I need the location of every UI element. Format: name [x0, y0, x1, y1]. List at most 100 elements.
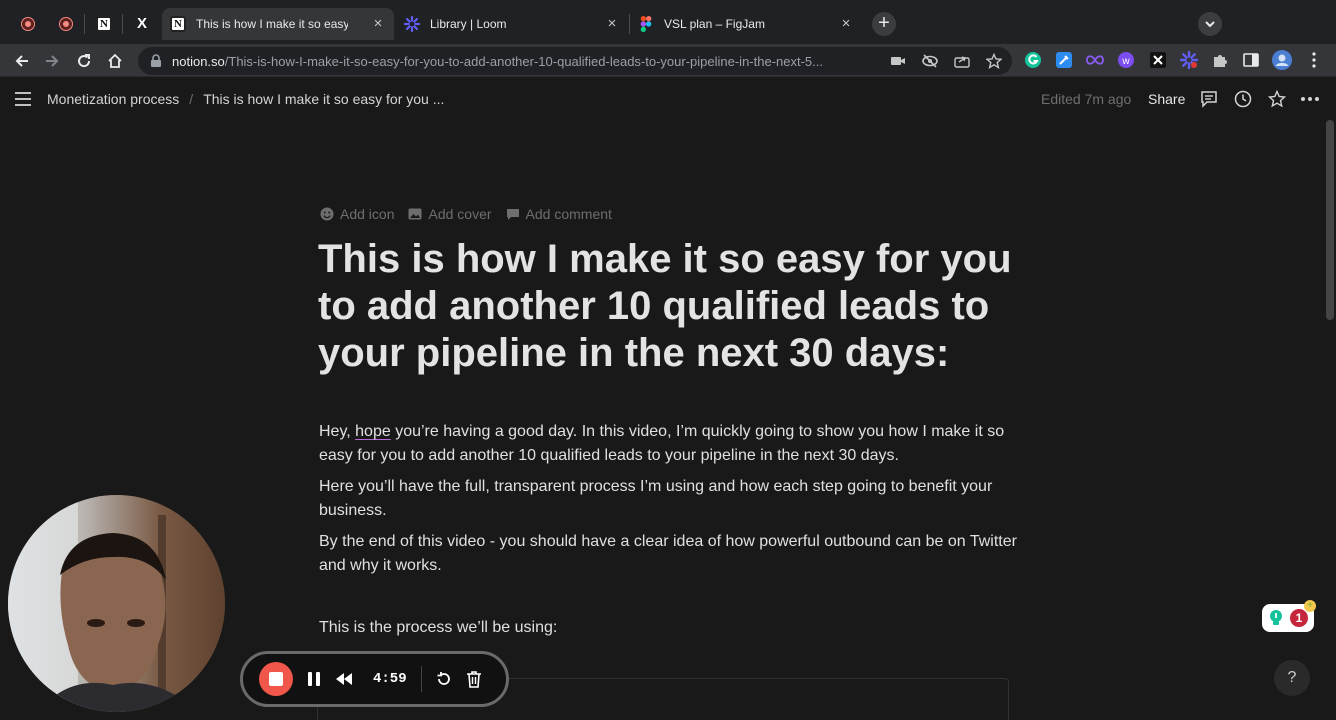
pause-icon[interactable]	[307, 671, 321, 687]
share-icon[interactable]	[954, 54, 970, 68]
pinned-tab-recording[interactable]	[48, 8, 84, 40]
add-icon-button[interactable]: Add icon	[320, 206, 394, 222]
recording-icon	[348, 16, 364, 32]
add-cover-button[interactable]: Add cover	[408, 206, 492, 222]
forward-button[interactable]	[38, 47, 66, 75]
browser-menu-icon[interactable]	[1304, 50, 1324, 70]
image-icon	[408, 208, 422, 220]
loom-recording-controls: 4:59	[240, 651, 509, 707]
camera-blocked-icon[interactable]	[890, 54, 906, 68]
restart-icon[interactable]	[436, 671, 452, 687]
more-options-icon[interactable]	[1300, 89, 1320, 109]
breadcrumb: Monetization process / This is how I mak…	[47, 91, 444, 107]
lock-icon	[151, 54, 161, 67]
lightbulb-icon	[1270, 610, 1282, 625]
favorite-star-icon[interactable]	[1267, 89, 1287, 109]
add-icon-label: Add icon	[340, 206, 395, 222]
tab-divider	[122, 14, 123, 34]
smiley-icon	[320, 207, 334, 221]
pinned-tab-notion[interactable]: N	[86, 8, 122, 40]
stop-icon	[269, 672, 283, 686]
webcam-bubble[interactable]	[8, 495, 225, 712]
address-bar[interactable]: notion.so /This-is-how-I-make-it-so-easy…	[138, 47, 1012, 75]
recording-timer: 4:59	[373, 671, 407, 687]
x-icon: X	[136, 15, 147, 32]
loom-icon	[404, 16, 420, 32]
new-tab-button[interactable]: +	[872, 12, 896, 36]
web-extension-icon[interactable]: w	[1116, 50, 1136, 70]
controls-divider	[420, 666, 422, 692]
recording-icon	[22, 18, 34, 30]
tab-title: This is how I make it so easy	[196, 17, 348, 31]
process-intro-paragraph[interactable]: This is the process we’ll be using:	[319, 616, 1019, 640]
browser-tab-strip: N X N This is how I make it so easy × Li…	[0, 0, 1336, 44]
tab-notion-page[interactable]: N This is how I make it so easy ×	[162, 8, 394, 40]
grammarly-extension-icon[interactable]	[1023, 50, 1043, 70]
home-button[interactable]	[101, 47, 129, 75]
side-panel-icon[interactable]	[1241, 50, 1261, 70]
grammarly-widget[interactable]: 1 +	[1262, 600, 1316, 632]
eye-off-icon[interactable]	[922, 54, 938, 68]
tab-title: Library | Loom	[430, 17, 507, 31]
close-tab-icon[interactable]: ×	[604, 16, 620, 32]
intro-text-rest: you’re having a good day. In this video,…	[319, 423, 1005, 464]
spellcheck-underlined-word[interactable]: hope	[355, 423, 391, 440]
intro-text-start: Hey,	[319, 423, 356, 440]
pinned-tab-x[interactable]: X	[124, 8, 160, 40]
infinity-extension-icon[interactable]	[1085, 50, 1105, 70]
page-scrollbar[interactable]	[1326, 120, 1334, 320]
breadcrumb-separator: /	[189, 91, 194, 107]
arrow-right-icon	[46, 55, 59, 67]
chevron-down-icon	[1205, 21, 1215, 28]
menu-icon[interactable]	[14, 90, 32, 108]
outcome-paragraph[interactable]: By the end of this video - you should ha…	[319, 530, 1019, 578]
breadcrumb-item-monetization[interactable]: Monetization process	[47, 91, 179, 107]
share-button[interactable]: Share	[1148, 91, 1185, 107]
arrow-left-icon	[15, 55, 28, 67]
page-title[interactable]: This is how I make it so easy for you to…	[318, 236, 1018, 377]
add-cover-label: Add cover	[428, 206, 492, 222]
notion-icon: N	[96, 16, 112, 32]
reload-icon	[78, 54, 91, 68]
recording-icon	[60, 18, 72, 30]
tab-figjam[interactable]: VSL plan – FigJam ×	[630, 8, 862, 40]
svg-text:w: w	[1121, 56, 1130, 67]
process-paragraph[interactable]: Here you’ll have the full, transparent p…	[319, 475, 1019, 523]
pinned-tab-recording[interactable]	[10, 8, 46, 40]
rewind-icon[interactable]	[335, 672, 353, 686]
intro-paragraph[interactable]: Hey, hope you’re having a good day. In t…	[319, 420, 1019, 468]
close-tab-icon[interactable]: ×	[838, 16, 854, 32]
bookmark-star-icon[interactable]	[986, 53, 1002, 69]
notion-icon: N	[170, 16, 186, 32]
comment-icon	[506, 208, 519, 220]
tab-title: VSL plan – FigJam	[664, 17, 765, 31]
plus-badge-icon: +	[1304, 600, 1316, 612]
add-comment-button[interactable]: Add comment	[506, 206, 612, 222]
close-tab-icon[interactable]: ×	[370, 16, 386, 32]
back-button[interactable]	[8, 47, 36, 75]
trash-icon[interactable]	[466, 670, 482, 688]
profile-avatar-icon[interactable]	[1272, 50, 1292, 70]
grammarly-suggestion-count: 1	[1290, 609, 1308, 627]
tab-search-button[interactable]	[1198, 12, 1222, 36]
home-icon	[108, 53, 122, 68]
loom-extension-icon[interactable]	[1179, 50, 1199, 70]
comments-icon[interactable]	[1199, 89, 1219, 109]
history-clock-icon[interactable]	[1233, 89, 1253, 109]
stop-recording-button[interactable]	[259, 662, 293, 696]
x-extension-icon[interactable]	[1148, 50, 1168, 70]
edit-extension-icon[interactable]	[1054, 50, 1074, 70]
puzzle-icon[interactable]	[1210, 50, 1230, 70]
url-domain: notion.so	[172, 53, 225, 69]
reload-button[interactable]	[70, 47, 98, 75]
page-actions: Add icon Add cover Add comment	[320, 206, 612, 222]
browser-toolbar: notion.so /This-is-how-I-make-it-so-easy…	[0, 44, 1336, 77]
help-button[interactable]: ?	[1274, 660, 1310, 696]
url-path: /This-is-how-I-make-it-so-easy-for-you-t…	[224, 53, 823, 69]
webcam-feed-image	[8, 495, 225, 712]
edited-timestamp: Edited 7m ago	[1041, 91, 1132, 107]
figma-icon	[638, 16, 654, 32]
tab-loom-library[interactable]: Library | Loom ×	[396, 8, 628, 40]
breadcrumb-item-current-page[interactable]: This is how I make it so easy for you ..…	[203, 91, 444, 107]
notion-topbar: Monetization process / This is how I mak…	[0, 78, 1336, 120]
